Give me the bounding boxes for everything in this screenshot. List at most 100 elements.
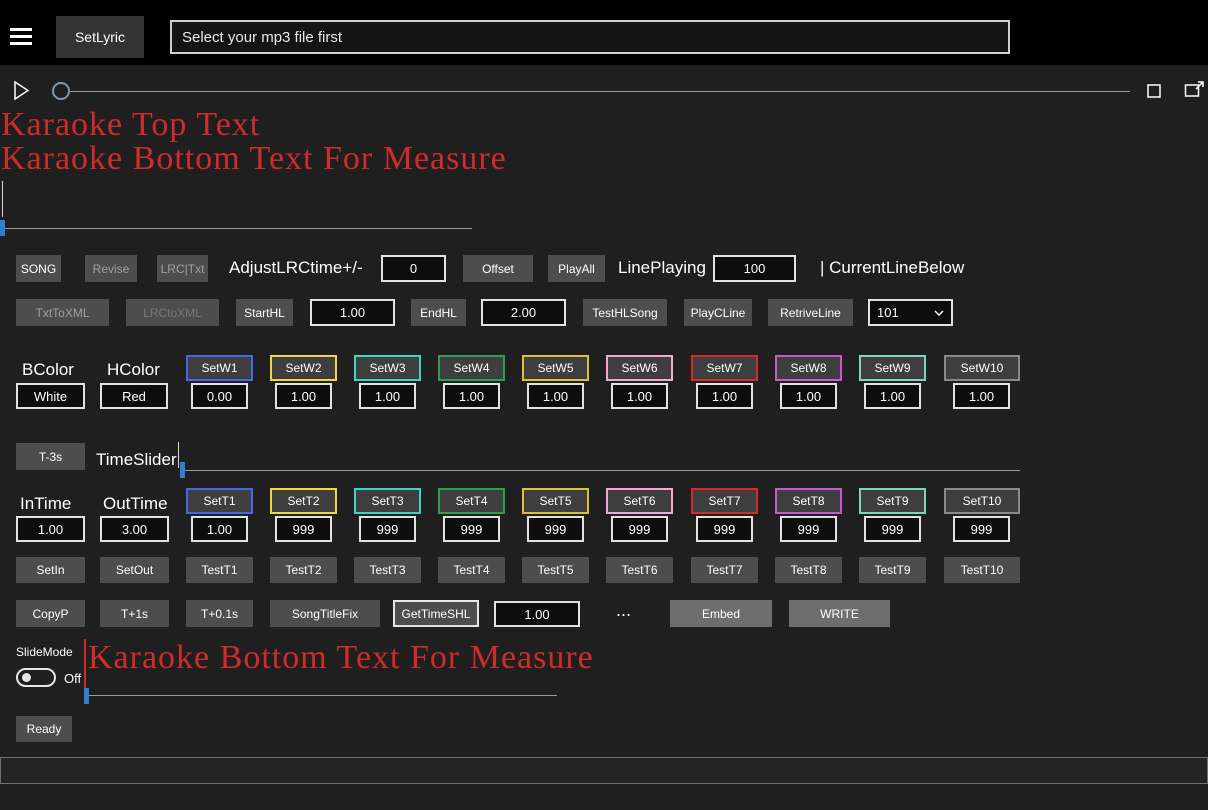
sett6-button[interactable]: SetT6 — [606, 488, 673, 514]
lyric-slider-track[interactable] — [0, 228, 472, 229]
setw8-value-input[interactable] — [780, 383, 837, 409]
setw6-button[interactable]: SetW6 — [606, 355, 673, 381]
get-time-shl-button[interactable]: GetTimeSHL — [393, 600, 479, 627]
setw9-value-input[interactable] — [864, 383, 921, 409]
setw10-value-input[interactable] — [953, 383, 1010, 409]
karaoke-bottom-line-preview: Karaoke Bottom Text For Measure — [1, 140, 507, 177]
setw1-value-input[interactable] — [191, 383, 248, 409]
setw7-button[interactable]: SetW7 — [691, 355, 758, 381]
play-all-button[interactable]: PlayAll — [548, 255, 605, 282]
sett9-button[interactable]: SetT9 — [859, 488, 926, 514]
testt9-button[interactable]: TestT9 — [859, 557, 926, 583]
sett2-value-input[interactable] — [275, 516, 332, 542]
slide-mode-toggle[interactable] — [16, 668, 56, 687]
play-c-line-button[interactable]: PlayCLine — [684, 299, 752, 326]
testt1-button[interactable]: TestT1 — [186, 557, 253, 583]
lyric-slider-thumb[interactable] — [0, 220, 5, 236]
write-button[interactable]: WRITE — [789, 600, 890, 627]
setw3-button[interactable]: SetW3 — [354, 355, 421, 381]
t-minus-3s-button[interactable]: T-3s — [16, 443, 85, 470]
setw8-button[interactable]: SetW8 — [775, 355, 842, 381]
setw3-value-input[interactable] — [359, 383, 416, 409]
adjust-lrc-time-input[interactable] — [381, 255, 446, 282]
t-plus-1s-button[interactable]: T+1s — [100, 600, 169, 627]
setw5-button[interactable]: SetW5 — [522, 355, 589, 381]
sett5-value-input[interactable] — [527, 516, 584, 542]
sett4-button[interactable]: SetT4 — [438, 488, 505, 514]
end-hl-button[interactable]: EndHL — [411, 299, 466, 326]
popout-icon[interactable] — [1184, 80, 1205, 101]
setw4-button[interactable]: SetW4 — [438, 355, 505, 381]
setw7-value-input[interactable] — [696, 383, 753, 409]
testt6-button[interactable]: TestT6 — [606, 557, 673, 583]
testt5-button[interactable]: TestT5 — [522, 557, 589, 583]
sett10-button[interactable]: SetT10 — [944, 488, 1020, 514]
lrc-txt-button[interactable]: LRC|Txt — [157, 255, 208, 282]
sett2-button[interactable]: SetT2 — [270, 488, 337, 514]
embed-button[interactable]: Embed — [670, 600, 772, 627]
testt3-button[interactable]: TestT3 — [354, 557, 421, 583]
copy-p-button[interactable]: CopyP — [16, 600, 85, 627]
sett4-value-input[interactable] — [443, 516, 500, 542]
song-button[interactable]: SONG — [16, 255, 61, 282]
get-time-input[interactable] — [494, 601, 580, 627]
hamburger-menu-icon[interactable] — [10, 28, 32, 45]
mp3-file-input[interactable] — [170, 20, 1010, 54]
sett3-value-input[interactable] — [359, 516, 416, 542]
time-slider-thumb[interactable] — [180, 462, 185, 478]
sett6-value-input[interactable] — [611, 516, 668, 542]
testt8-button[interactable]: TestT8 — [775, 557, 842, 583]
setw4-value-input[interactable] — [443, 383, 500, 409]
bottom-slider-thumb[interactable] — [84, 688, 89, 704]
line-playing-input[interactable] — [713, 255, 796, 282]
stop-icon[interactable] — [1147, 84, 1161, 101]
setw2-button[interactable]: SetW2 — [270, 355, 337, 381]
retrive-line-button[interactable]: RetriveLine — [768, 299, 853, 326]
sett1-value-input[interactable] — [191, 516, 248, 542]
start-hl-button[interactable]: StartHL — [236, 299, 293, 326]
seek-slider-thumb[interactable] — [52, 82, 70, 100]
sett3-button[interactable]: SetT3 — [354, 488, 421, 514]
testt4-button[interactable]: TestT4 — [438, 557, 505, 583]
in-time-input[interactable] — [16, 516, 85, 542]
t-plus-01s-button[interactable]: T+0.1s — [186, 600, 253, 627]
sett8-button[interactable]: SetT8 — [775, 488, 842, 514]
offset-button[interactable]: Offset — [463, 255, 533, 282]
setw5-value-input[interactable] — [527, 383, 584, 409]
sett8-value-input[interactable] — [780, 516, 837, 542]
sett10-value-input[interactable] — [953, 516, 1010, 542]
sett9-value-input[interactable] — [864, 516, 921, 542]
end-hl-input[interactable] — [481, 299, 566, 326]
sett7-button[interactable]: SetT7 — [691, 488, 758, 514]
setw1-button[interactable]: SetW1 — [186, 355, 253, 381]
start-hl-input[interactable] — [310, 299, 395, 326]
txt-to-xml-button[interactable]: TxtToXML — [16, 299, 109, 326]
song-title-fix-button[interactable]: SongTitleFix — [270, 600, 380, 627]
sett1-button[interactable]: SetT1 — [186, 488, 253, 514]
lrc-to-xml-button[interactable]: LRCtoXML — [126, 299, 219, 326]
set-in-button[interactable]: SetIn — [16, 557, 85, 583]
testt2-button[interactable]: TestT2 — [270, 557, 337, 583]
out-time-input[interactable] — [100, 516, 169, 542]
testt7-button[interactable]: TestT7 — [691, 557, 758, 583]
hcolor-label: HColor — [107, 360, 160, 379]
ready-button[interactable]: Ready — [16, 716, 72, 742]
setlyric-button[interactable]: SetLyric — [56, 16, 144, 58]
revise-button[interactable]: Revise — [85, 255, 137, 282]
hcolor-input[interactable] — [100, 383, 168, 409]
set-out-button[interactable]: SetOut — [100, 557, 169, 583]
sett5-button[interactable]: SetT5 — [522, 488, 589, 514]
play-icon[interactable] — [13, 80, 30, 104]
sett7-value-input[interactable] — [696, 516, 753, 542]
bcolor-input[interactable] — [16, 383, 85, 409]
testt10-button[interactable]: TestT10 — [944, 557, 1020, 583]
setw2-value-input[interactable] — [275, 383, 332, 409]
line-select-dropdown[interactable]: 101 — [868, 299, 953, 326]
setw9-button[interactable]: SetW9 — [859, 355, 926, 381]
setw10-button[interactable]: SetW10 — [944, 355, 1020, 381]
seek-slider-track[interactable] — [52, 91, 1130, 92]
setw6-value-input[interactable] — [611, 383, 668, 409]
bottom-slider-track[interactable] — [88, 695, 557, 696]
test-hl-song-button[interactable]: TestHLSong — [583, 299, 667, 326]
time-slider-track[interactable] — [180, 470, 1020, 471]
